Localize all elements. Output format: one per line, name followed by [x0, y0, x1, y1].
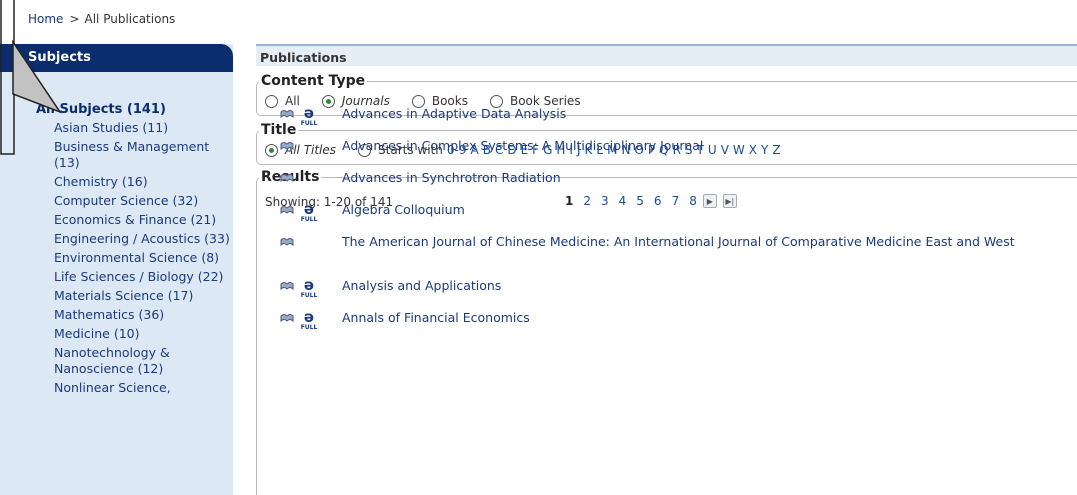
subject-item[interactable]: Computer Science (32) [54, 193, 230, 209]
subject-item[interactable]: Asian Studies (11) [54, 120, 230, 136]
subject-item[interactable]: Chemistry (16) [54, 174, 230, 190]
subject-item[interactable]: Business & Management (13) [54, 139, 230, 171]
full-access-label: FULL [300, 324, 318, 331]
result-row: ə FULL Advances in Adaptive Data Analysis [268, 104, 1058, 136]
panel-title: Publications [256, 44, 1077, 66]
book-icon[interactable] [280, 141, 294, 150]
result-row: Advances in Synchrotron Radiation [268, 168, 1058, 200]
publication-title-link[interactable]: Analysis and Applications [342, 278, 1062, 294]
full-access-label: FULL [300, 120, 318, 127]
subject-item[interactable]: Materials Science (17) [54, 288, 230, 304]
book-icon[interactable] [280, 281, 294, 290]
book-icon[interactable] [280, 173, 294, 182]
sidebar-title: Subjects [0, 44, 233, 72]
open-lock-icon: ə [303, 104, 315, 122]
result-row: ə FULL Annals of Financial Economics [268, 308, 1058, 340]
breadcrumb-current: All Publications [84, 12, 176, 26]
full-access-label: FULL [300, 216, 318, 223]
open-access-icon: ə FULL [299, 202, 319, 226]
open-access-icon: ə FULL [299, 310, 319, 334]
subject-item[interactable]: Nonlinear Science, [54, 380, 230, 396]
result-row: ə FULL Algebra Colloquium [268, 200, 1058, 232]
publication-title-link[interactable]: The American Journal of Chinese Medicine… [342, 234, 1062, 250]
content-type-legend: Content Type [261, 73, 366, 89]
publication-title-link[interactable]: Annals of Financial Economics [342, 310, 1062, 326]
subject-item[interactable]: Engineering / Acoustics (33) [54, 231, 230, 247]
subject-list: Asian Studies (11) Business & Management … [54, 120, 233, 396]
subject-item[interactable]: Economics & Finance (21) [54, 212, 230, 228]
subject-item[interactable]: Mathematics (36) [54, 307, 230, 323]
publications-panel: Publications Content Type All Journals Boo… [256, 44, 1077, 495]
subject-item[interactable]: Medicine (10) [54, 326, 230, 342]
result-row: The American Journal of Chinese Medicine… [268, 232, 1058, 276]
open-lock-icon: ə [303, 200, 315, 218]
publication-title-link[interactable]: Advances in Complex Systems: A Multidisc… [342, 138, 1062, 154]
result-row: ə FULL Analysis and Applications [268, 276, 1058, 308]
open-lock-icon: ə [303, 276, 315, 294]
results-list: ə FULL Advances in Adaptive Data Analysis A… [268, 104, 1058, 340]
breadcrumb: Home > All Publications [28, 12, 175, 26]
subjects-sidebar: Subjects All Subjects (141) Asian Studie… [0, 44, 233, 495]
book-icon[interactable] [280, 313, 294, 322]
breadcrumb-separator: > [69, 12, 80, 26]
book-icon[interactable] [280, 109, 294, 118]
open-lock-icon: ə [303, 308, 315, 326]
book-icon[interactable] [280, 205, 294, 214]
book-icon[interactable] [280, 237, 294, 246]
all-subjects-link[interactable]: All Subjects (141) [36, 102, 233, 117]
publication-title-link[interactable]: Advances in Adaptive Data Analysis [342, 106, 1062, 122]
subject-item[interactable]: Life Sciences / Biology (22) [54, 269, 230, 285]
subject-item[interactable]: Environmental Science (8) [54, 250, 230, 266]
subject-item[interactable]: Nanotechnology & Nanoscience (12) [54, 345, 230, 377]
publication-title-link[interactable]: Algebra Colloquium [342, 202, 1062, 218]
breadcrumb-home-link[interactable]: Home [28, 12, 63, 26]
open-access-icon: ə FULL [299, 106, 319, 130]
open-access-icon: ə FULL [299, 278, 319, 302]
result-row: Advances in Complex Systems: A Multidisc… [268, 136, 1058, 168]
publication-title-link[interactable]: Advances in Synchrotron Radiation [342, 170, 1062, 186]
full-access-label: FULL [300, 292, 318, 299]
